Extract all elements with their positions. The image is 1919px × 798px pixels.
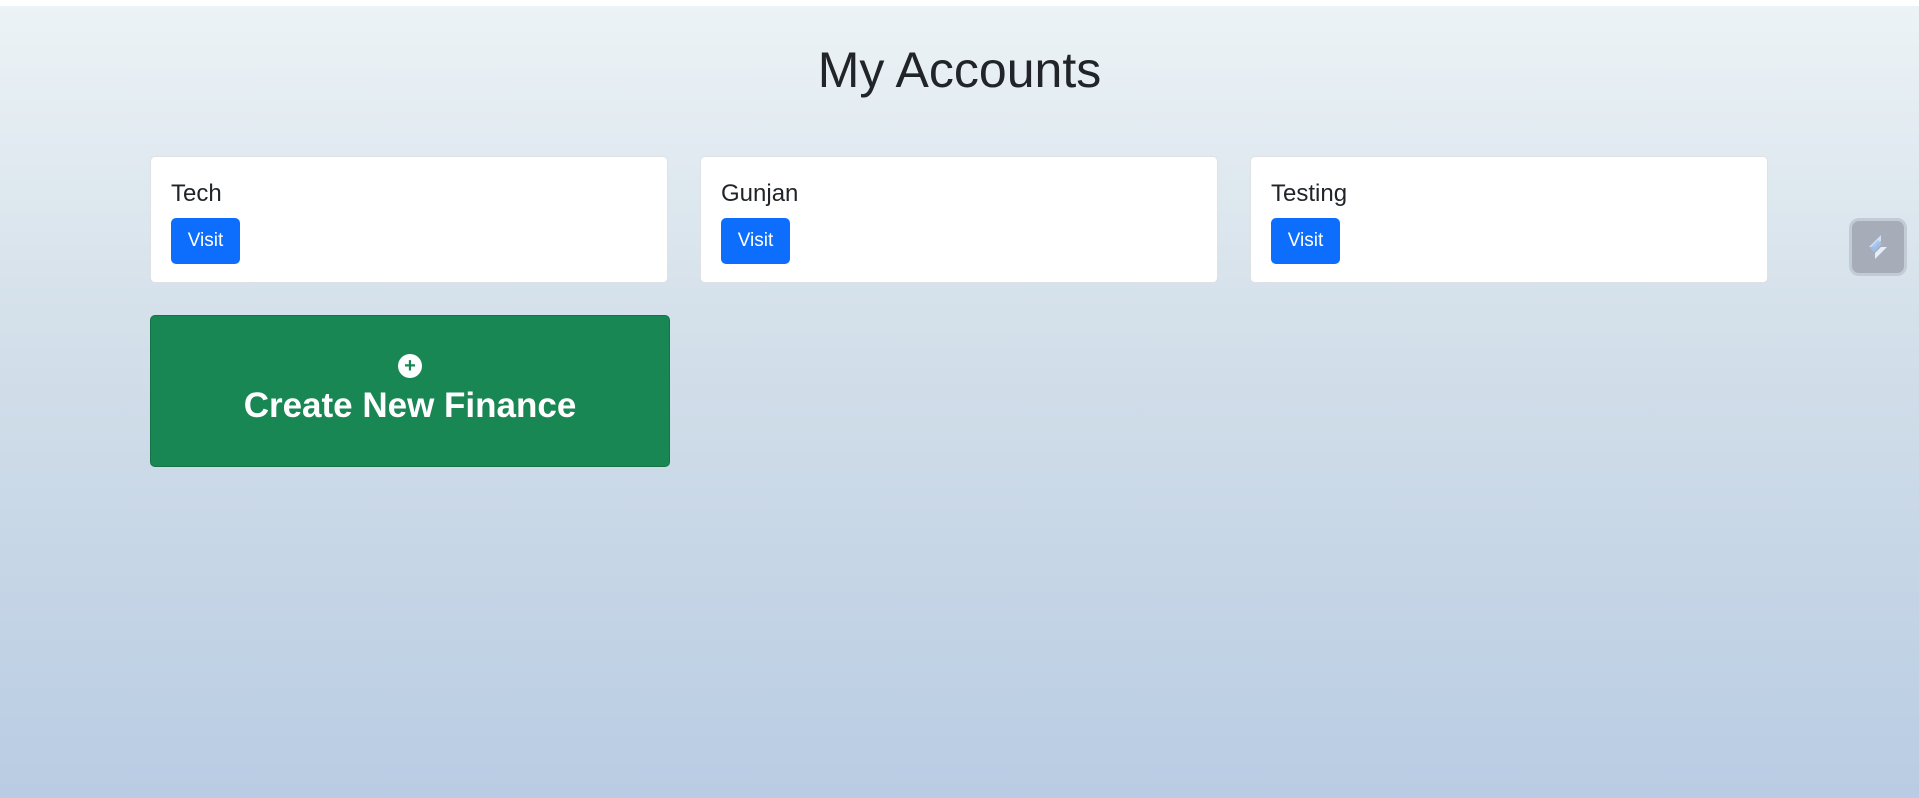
- account-name: Testing: [1271, 180, 1348, 207]
- plus-circle-icon: +: [398, 354, 422, 378]
- visit-button[interactable]: Visit: [721, 218, 790, 264]
- account-card: Gunjan Visit: [700, 156, 1218, 283]
- account-card: Testing Visit: [1250, 156, 1768, 283]
- account-card: Tech Visit: [150, 156, 668, 283]
- create-new-finance-button[interactable]: + Create New Finance: [150, 315, 670, 467]
- account-name: Gunjan: [721, 180, 799, 207]
- visit-button[interactable]: Visit: [171, 218, 240, 264]
- visit-button[interactable]: Visit: [1271, 218, 1340, 264]
- floating-extension-button[interactable]: [1849, 218, 1907, 276]
- page-background: My Accounts Tech Visit Gunjan Visit Test…: [0, 6, 1919, 798]
- extension-logo-icon: [1869, 235, 1887, 259]
- create-new-finance-label: Create New Finance: [243, 386, 577, 425]
- page-title: My Accounts: [817, 42, 1102, 98]
- account-name: Tech: [171, 180, 222, 207]
